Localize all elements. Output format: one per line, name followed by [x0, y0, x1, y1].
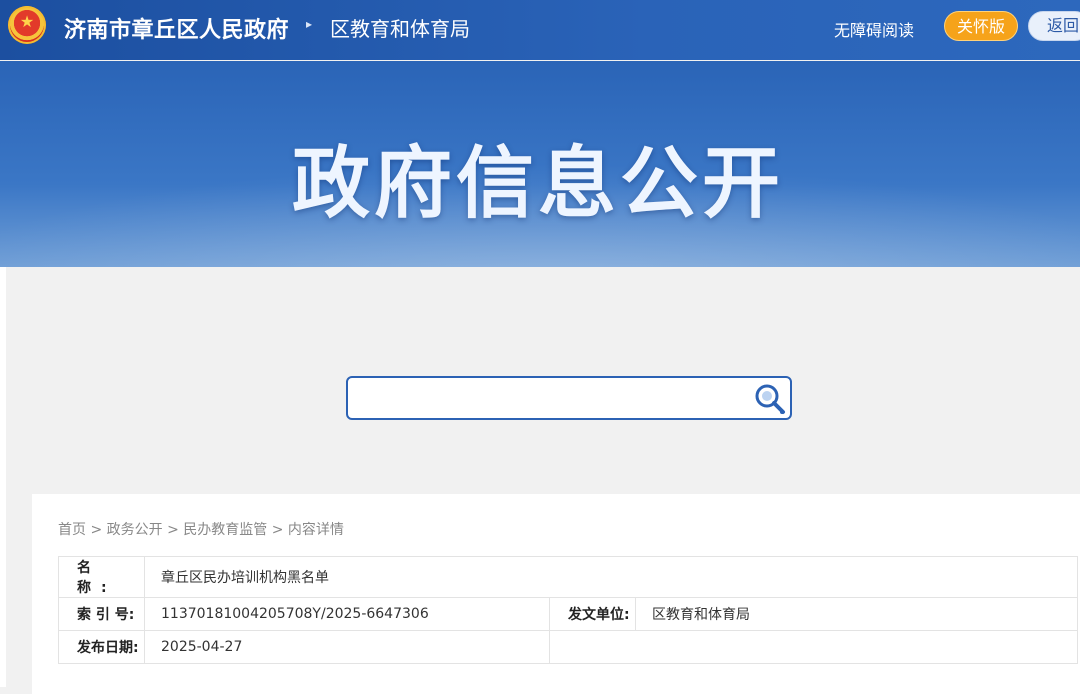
table-row: 发布日期: 2025-04-27 — [58, 630, 1078, 664]
table-row: 名 称: 章丘区民办培训机构黑名单 — [58, 556, 1078, 598]
breadcrumb: 首页 > 政务公开 > 民办教育监管 > 内容详情 — [58, 519, 344, 539]
search-box — [346, 376, 792, 420]
back-button[interactable]: 返回 — [1028, 11, 1080, 41]
breadcrumb-separator: > — [271, 522, 284, 538]
index-label: 索 引 号: — [58, 597, 145, 631]
issuer-label: 发文单位: — [549, 597, 636, 631]
breadcrumb-separator: > — [90, 522, 103, 538]
banner-title: 政府信息公开 — [292, 139, 785, 229]
national-emblem-icon — [8, 6, 46, 44]
breadcrumb-gov-affairs[interactable]: 政务公开 — [107, 522, 163, 538]
name-value: 章丘区民办培训机构黑名单 — [144, 556, 1078, 598]
empty-cell — [549, 630, 1078, 664]
breadcrumb-separator: > — [167, 522, 179, 538]
site-title[interactable]: 济南市章丘区人民政府 — [64, 12, 289, 44]
breadcrumb-private-education[interactable]: 民办教育监管 — [183, 522, 267, 538]
document-info-table: 名 称: 章丘区民办培训机构黑名单 索 引 号: 113701810042057… — [58, 556, 1078, 664]
department-title[interactable]: 区教育和体育局 — [330, 13, 470, 42]
hero-banner: 政府信息公开 — [0, 61, 1080, 267]
table-row: 索 引 号: 11370181004205708Y/2025-6647306 发… — [58, 597, 1078, 631]
search-input[interactable] — [358, 384, 752, 414]
date-label: 发布日期: — [58, 630, 145, 664]
accessible-reading-link[interactable]: 无障碍阅读 — [834, 17, 914, 41]
search-icon[interactable] — [753, 382, 787, 416]
name-label: 名 称: — [58, 556, 145, 598]
triangle-right-icon: ▸ — [306, 17, 313, 31]
issuer-value: 区教育和体育局 — [635, 597, 1078, 631]
breadcrumb-home[interactable]: 首页 — [58, 522, 86, 538]
index-value: 11370181004205708Y/2025-6647306 — [144, 597, 550, 631]
content-card: 首页 > 政务公开 > 民办教育监管 > 内容详情 名 称: 章丘区民办培训机构… — [32, 494, 1080, 694]
care-mode-button[interactable]: 关怀版 — [944, 11, 1018, 41]
date-value: 2025-04-27 — [144, 630, 550, 664]
left-edge-strip — [0, 267, 6, 687]
top-header-bar: 济南市章丘区人民政府 ▸ 区教育和体育局 无障碍阅读 关怀版 返回 — [0, 0, 1080, 60]
breadcrumb-current: 内容详情 — [287, 522, 344, 538]
